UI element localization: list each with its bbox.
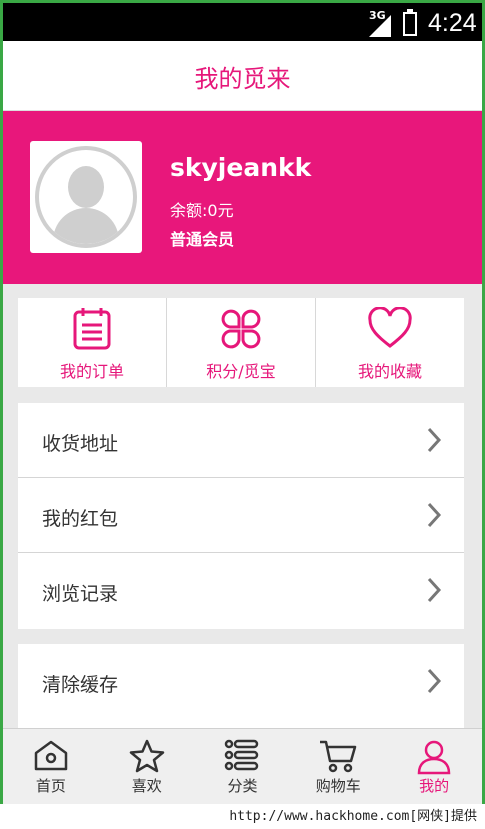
tab-label: 首页 [35, 777, 66, 795]
home-icon [34, 740, 68, 771]
page-title: 我的觅来 [194, 65, 291, 93]
tab-label: 分类 [227, 777, 258, 795]
list-item-shipping-address[interactable]: 收货地址 [18, 403, 464, 478]
tab-likes[interactable]: 喜欢 [99, 729, 195, 804]
order-list-icon [73, 308, 111, 350]
watermark-text: http://www.hackhome.com[网侠]提供 [0, 804, 485, 829]
list-item-label: 清除缓存 [42, 674, 119, 696]
menu-group-1: 收货地址 我的红包 浏览记录 [18, 403, 464, 629]
chevron-right-icon [427, 502, 442, 528]
balance-text: 余额:0元 [170, 201, 234, 220]
clover-icon [221, 309, 261, 349]
tab-label: 我的 [419, 777, 450, 795]
star-icon [129, 739, 164, 773]
tab-category[interactable]: 分类 [195, 729, 291, 804]
chevron-right-icon [427, 577, 442, 603]
avatar[interactable] [30, 141, 142, 253]
list-item-label: 浏览记录 [42, 583, 119, 605]
my-orders-button[interactable]: 我的订单 [18, 298, 167, 387]
member-level: 普通会员 [170, 230, 235, 249]
category-list-icon [225, 739, 259, 771]
signal-icon [369, 15, 391, 37]
tab-mine[interactable]: 我的 [386, 729, 482, 804]
list-item-red-packets[interactable]: 我的红包 [18, 478, 464, 553]
status-bar: 3G 4:24 [3, 3, 482, 41]
my-orders-label: 我的订单 [59, 362, 124, 381]
tab-home[interactable]: 首页 [3, 729, 99, 804]
tab-label: 购物车 [315, 777, 361, 795]
battery-icon [403, 9, 417, 36]
avatar-placeholder-icon [35, 146, 137, 248]
points-label: 积分/觅宝 [206, 362, 276, 381]
list-item-label: 收货地址 [42, 433, 119, 455]
points-button[interactable]: 积分/觅宝 [167, 298, 316, 387]
username: skyjeankk [170, 153, 312, 182]
cart-icon [320, 740, 357, 773]
clock: 4:24 [428, 9, 477, 37]
list-item-clear-cache[interactable]: 清除缓存 [18, 644, 464, 719]
list-item-label: 我的红包 [42, 508, 119, 530]
user-icon [417, 740, 451, 775]
profile-card[interactable]: skyjeankk 余额:0元 普通会员 [3, 111, 482, 284]
tab-label: 喜欢 [131, 777, 162, 795]
bottom-nav: 首页 喜欢 分类 购物车 我的 [3, 728, 482, 804]
quick-actions: 我的订单 积分/觅宝 我的收藏 [18, 298, 464, 387]
app-header: 我的觅来 [3, 41, 482, 111]
heart-icon [368, 307, 412, 348]
chevron-right-icon [427, 668, 442, 694]
favorites-label: 我的收藏 [357, 362, 422, 381]
favorites-button[interactable]: 我的收藏 [316, 298, 464, 387]
tab-cart[interactable]: 购物车 [290, 729, 386, 804]
list-item-browse-history[interactable]: 浏览记录 [18, 553, 464, 628]
chevron-right-icon [427, 427, 442, 453]
